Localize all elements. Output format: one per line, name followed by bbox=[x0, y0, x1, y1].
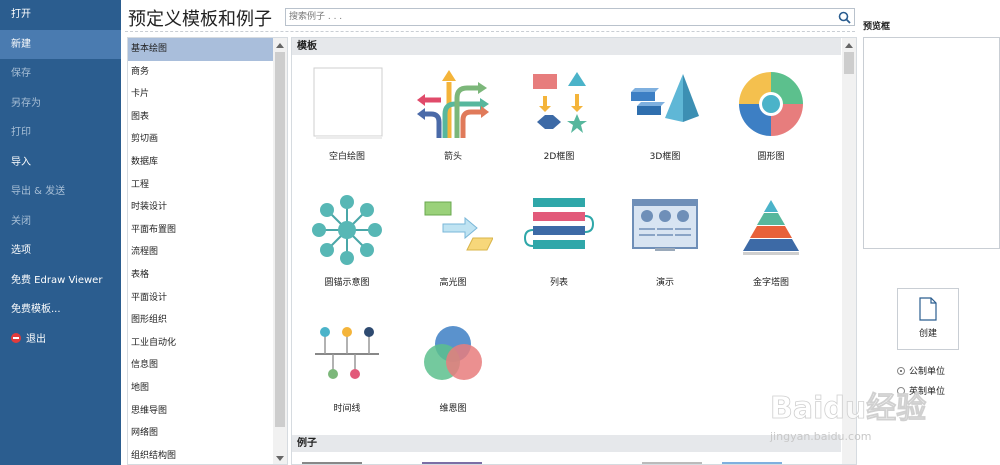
create-button[interactable]: 创建 bbox=[897, 288, 959, 350]
scrollbar-thumb[interactable] bbox=[844, 52, 854, 74]
template-label: 3D框图 bbox=[649, 152, 681, 162]
page-title: 预定义模板和例子 bbox=[128, 9, 272, 30]
file-menu: 打开 新建 保存 另存为 打印 导入 导出 & 发送 关闭 选项 免费 Edra… bbox=[0, 0, 121, 465]
watermark-brand: Baidu经验 bbox=[770, 391, 926, 426]
venn-icon bbox=[424, 326, 482, 380]
template-tile[interactable]: 空白绘图 bbox=[294, 64, 400, 162]
scroll-up-icon[interactable] bbox=[845, 43, 853, 48]
arrows-icon bbox=[417, 70, 489, 138]
menu-save-as[interactable]: 另存为 bbox=[0, 89, 121, 119]
examples-section-header: 例子 bbox=[292, 435, 841, 452]
scroll-down-icon[interactable] bbox=[276, 456, 284, 461]
category-item[interactable]: 流程图 bbox=[128, 241, 273, 264]
template-label: 2D框图 bbox=[543, 152, 575, 162]
menu-exit[interactable]: 退出 bbox=[0, 325, 121, 355]
category-item[interactable]: 地图 bbox=[128, 377, 273, 400]
metric-label: 公制单位 bbox=[909, 367, 946, 377]
category-item[interactable]: 思维导图 bbox=[128, 400, 273, 423]
templates-section-header: 模板 bbox=[292, 38, 841, 55]
category-item[interactable]: 组织结构图 bbox=[128, 445, 273, 464]
search-box bbox=[285, 8, 855, 26]
menu-options[interactable]: 选项 bbox=[0, 236, 121, 266]
template-label: 维恩图 bbox=[439, 404, 467, 414]
category-item[interactable]: 数据库 bbox=[128, 151, 273, 174]
menu-free-templates[interactable]: 免费模板... bbox=[0, 295, 121, 325]
template-label: 箭头 bbox=[443, 152, 462, 162]
category-item[interactable]: 平面布置图 bbox=[128, 219, 273, 242]
category-item[interactable]: 网络图 bbox=[128, 422, 273, 445]
search-icon[interactable] bbox=[838, 11, 851, 24]
category-item[interactable]: 时装设计 bbox=[128, 196, 273, 219]
list-icon bbox=[523, 198, 595, 249]
template-label: 圆锚示意图 bbox=[324, 278, 370, 288]
template-tile[interactable]: 圆锚示意图 bbox=[294, 190, 400, 288]
category-item[interactable]: 图表 bbox=[128, 106, 273, 129]
3d-block-icon bbox=[631, 74, 699, 122]
template-tile[interactable]: 列表 bbox=[506, 190, 612, 288]
template-tile[interactable]: 时间线 bbox=[294, 316, 400, 414]
template-tile[interactable]: 圆形图 bbox=[718, 64, 824, 162]
template-label: 演示 bbox=[655, 278, 674, 288]
template-label: 圆形图 bbox=[757, 152, 785, 162]
category-item[interactable]: 平面设计 bbox=[128, 287, 273, 310]
scrollbar-thumb[interactable] bbox=[275, 52, 285, 427]
menu-free-viewer[interactable]: 免费 Edraw Viewer bbox=[0, 266, 121, 296]
category-item[interactable]: 工业自动化 bbox=[128, 332, 273, 355]
menu-close[interactable]: 关闭 bbox=[0, 207, 121, 237]
template-tile[interactable]: 2D框图 bbox=[506, 64, 612, 162]
blank-page-icon bbox=[313, 67, 383, 139]
menu-print[interactable]: 打印 bbox=[0, 118, 121, 148]
menu-import[interactable]: 导入 bbox=[0, 148, 121, 178]
circle-chart-icon bbox=[739, 72, 803, 136]
template-label: 时间线 bbox=[333, 404, 361, 414]
template-tile[interactable]: 演示 bbox=[612, 190, 718, 288]
preview-box bbox=[863, 37, 1000, 249]
category-scrollbar[interactable] bbox=[273, 38, 287, 464]
category-item[interactable]: 工程 bbox=[128, 174, 273, 197]
presentation-icon bbox=[632, 199, 698, 251]
template-tile[interactable]: 金字塔图 bbox=[718, 190, 824, 288]
template-tile[interactable]: 3D框图 bbox=[612, 64, 718, 162]
pyramid-icon bbox=[743, 200, 799, 255]
menu-exit-label: 退出 bbox=[26, 333, 46, 345]
header-divider bbox=[125, 31, 855, 32]
menu-open[interactable]: 打开 bbox=[0, 0, 121, 30]
exit-icon bbox=[11, 332, 21, 343]
2d-block-icon bbox=[533, 72, 587, 133]
search-input[interactable] bbox=[286, 9, 826, 25]
metric-unit-option[interactable]: 公制单位 bbox=[897, 364, 945, 377]
category-item[interactable]: 卡片 bbox=[128, 83, 273, 106]
category-item[interactable]: 剪切画 bbox=[128, 128, 273, 151]
menu-save[interactable]: 保存 bbox=[0, 59, 121, 89]
document-icon bbox=[919, 297, 937, 321]
app-window: 打开 新建 保存 另存为 打印 导入 导出 & 发送 关闭 选项 免费 Edra… bbox=[0, 0, 1000, 465]
category-item[interactable]: 商务 bbox=[128, 61, 273, 84]
menu-export-send[interactable]: 导出 & 发送 bbox=[0, 177, 121, 207]
template-label: 高光图 bbox=[439, 278, 467, 288]
template-label: 金字塔图 bbox=[752, 278, 789, 288]
template-tile[interactable]: 箭头 bbox=[400, 64, 506, 162]
baidu-watermark: Baidu经验 jingyan.baidu.com bbox=[769, 391, 927, 443]
highlight-icon bbox=[424, 201, 494, 251]
category-item[interactable]: 表格 bbox=[128, 264, 273, 287]
create-label: 创建 bbox=[918, 329, 937, 339]
watermark-url: jingyan.baidu.com bbox=[769, 430, 872, 443]
template-tile[interactable]: 维恩图 bbox=[400, 316, 506, 414]
menu-new[interactable]: 新建 bbox=[0, 29, 121, 59]
scroll-up-icon[interactable] bbox=[276, 43, 284, 48]
category-item[interactable]: 基本绘图 bbox=[128, 38, 273, 61]
category-item[interactable]: 图形组织 bbox=[128, 309, 273, 332]
category-item[interactable]: 信息图 bbox=[128, 354, 273, 377]
preview-title: 预览框 bbox=[863, 22, 891, 32]
timeline-icon bbox=[315, 327, 379, 379]
circle-spoke-icon bbox=[312, 195, 382, 265]
template-label: 空白绘图 bbox=[328, 152, 365, 162]
template-label: 列表 bbox=[549, 278, 568, 288]
template-tile[interactable]: 高光图 bbox=[400, 190, 506, 288]
category-list: 基本绘图 商务 卡片 图表 剪切画 数据库 工程 时装设计 平面布置图 流程图 … bbox=[127, 37, 288, 465]
metric-radio[interactable] bbox=[897, 367, 905, 375]
